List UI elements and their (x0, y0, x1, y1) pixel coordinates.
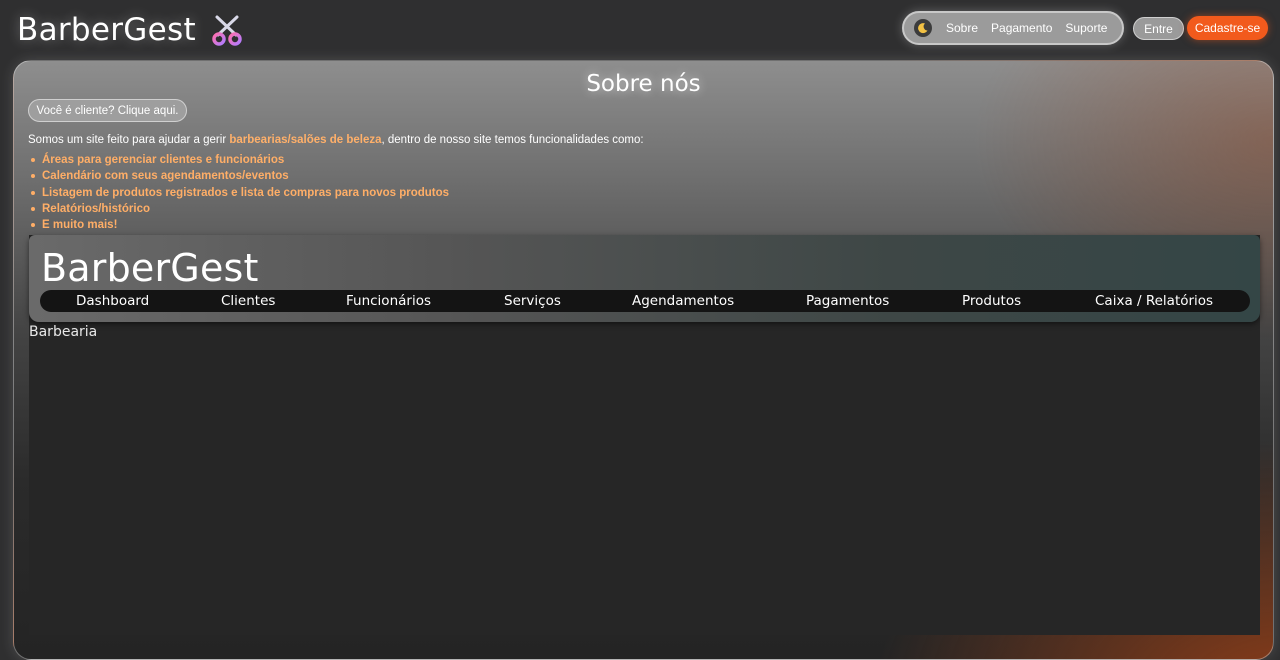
preview-brand: BarberGest (41, 246, 259, 290)
preview-nav-caixa-relatorios[interactable]: Caixa / Relatórios (1095, 293, 1213, 309)
dashboard-preview: BarberGest Dashboard Clientes Funcionári… (29, 235, 1260, 635)
intro-highlight: barbearias/salões de beleza (229, 134, 382, 146)
features-list: Áreas para gerenciar clientes e funcioná… (28, 152, 449, 233)
intro-text: Somos um site feito para ajudar a gerir … (28, 134, 1228, 146)
preview-nav-clientes[interactable]: Clientes (221, 293, 275, 309)
preview-nav-pagamentos[interactable]: Pagamentos (806, 293, 889, 309)
site-logo[interactable]: BarberGest (17, 8, 244, 52)
preview-header: BarberGest Dashboard Clientes Funcionári… (29, 235, 1260, 322)
scissors-icon (212, 15, 242, 46)
signup-button[interactable]: Cadastre-se (1187, 16, 1268, 40)
nav-link-sobre[interactable]: Sobre (946, 21, 978, 35)
client-link-button[interactable]: Você é cliente? Clique aqui. (28, 99, 187, 122)
theme-toggle-moon-icon[interactable] (914, 19, 932, 37)
preview-nav: Dashboard Clientes Funcionários Serviços… (40, 290, 1250, 312)
login-button[interactable]: Entre (1133, 17, 1184, 40)
brand-name: BarberGest (17, 12, 196, 48)
nav-link-pagamento[interactable]: Pagamento (991, 21, 1052, 35)
preview-nav-dashboard[interactable]: Dashboard (76, 293, 149, 309)
top-nav: Sobre Pagamento Suporte (902, 11, 1124, 45)
feature-item: Áreas para gerenciar clientes e funcioná… (28, 152, 449, 168)
feature-item: E muito mais! (28, 217, 449, 233)
intro-text-start: Somos um site feito para ajudar a gerir (28, 134, 230, 146)
nav-link-suporte[interactable]: Suporte (1065, 21, 1107, 35)
preview-subtitle: Barbearia (29, 324, 98, 340)
page-title: Sobre nós (586, 71, 701, 97)
feature-item: Relatórios/histórico (28, 201, 449, 217)
feature-item: Listagem de produtos registrados e lista… (28, 185, 449, 201)
feature-item: Calendário com seus agendamentos/eventos (28, 168, 449, 184)
preview-nav-agendamentos[interactable]: Agendamentos (632, 293, 734, 309)
preview-nav-servicos[interactable]: Serviços (504, 293, 561, 309)
about-panel: Sobre nós Você é cliente? Clique aqui. S… (13, 60, 1274, 660)
intro-text-end: , dentro de nosso site temos funcionalid… (381, 134, 644, 146)
preview-nav-produtos[interactable]: Produtos (962, 293, 1021, 309)
preview-nav-funcionarios[interactable]: Funcionários (346, 293, 431, 309)
